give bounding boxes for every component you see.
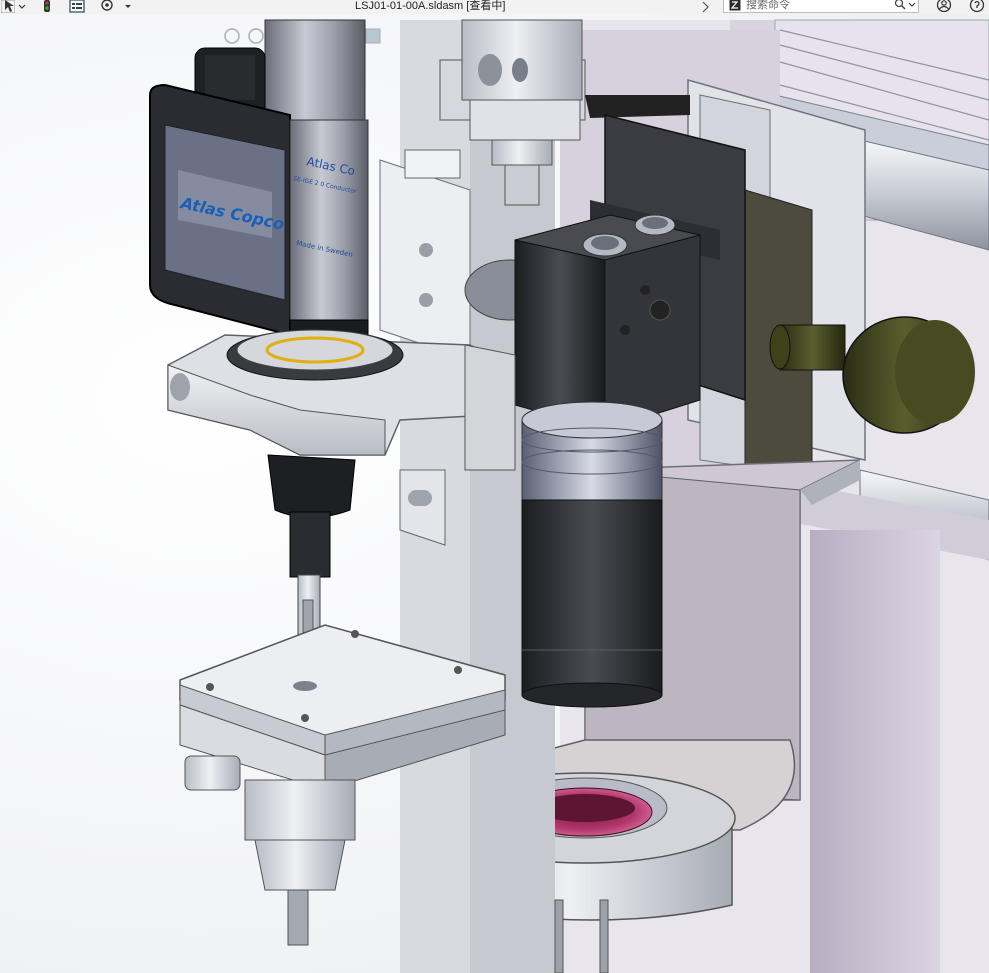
options-gear-icon[interactable] xyxy=(98,0,116,13)
search-input[interactable] xyxy=(746,0,896,11)
zoom-area-icon[interactable] xyxy=(248,28,264,44)
user-account-icon[interactable] xyxy=(934,0,954,13)
camera-lens xyxy=(521,401,663,708)
traffic-light-icon[interactable] xyxy=(40,0,54,13)
search-dropdown-icon[interactable] xyxy=(907,0,917,11)
search-box-toggle-icon[interactable] xyxy=(700,0,716,13)
search-box xyxy=(723,0,919,13)
dropdown-chevron-icon[interactable] xyxy=(18,0,26,13)
command-search-icon xyxy=(728,0,742,11)
help-icon[interactable] xyxy=(967,0,987,13)
graphics-viewport[interactable]: Atlas Copco Atlas Co SE-IGE 2 0 Conducto… xyxy=(0,14,989,973)
select-arrow-icon[interactable] xyxy=(0,0,16,13)
zoom-to-fit-icon[interactable] xyxy=(224,28,240,44)
search-icon[interactable] xyxy=(894,0,906,11)
window-title: LSJ01-01-00A.sldasm [查看中] xyxy=(355,0,506,12)
options-dropdown-icon[interactable] xyxy=(123,0,133,13)
file-properties-icon[interactable] xyxy=(68,0,86,13)
title-bar: LSJ01-01-00A.sldasm [查看中] xyxy=(0,0,989,15)
screwdriver-tool: Atlas Copco Atlas Co SE-IGE 2 0 Conducto… xyxy=(149,19,369,361)
display-style-icon[interactable] xyxy=(365,28,381,44)
